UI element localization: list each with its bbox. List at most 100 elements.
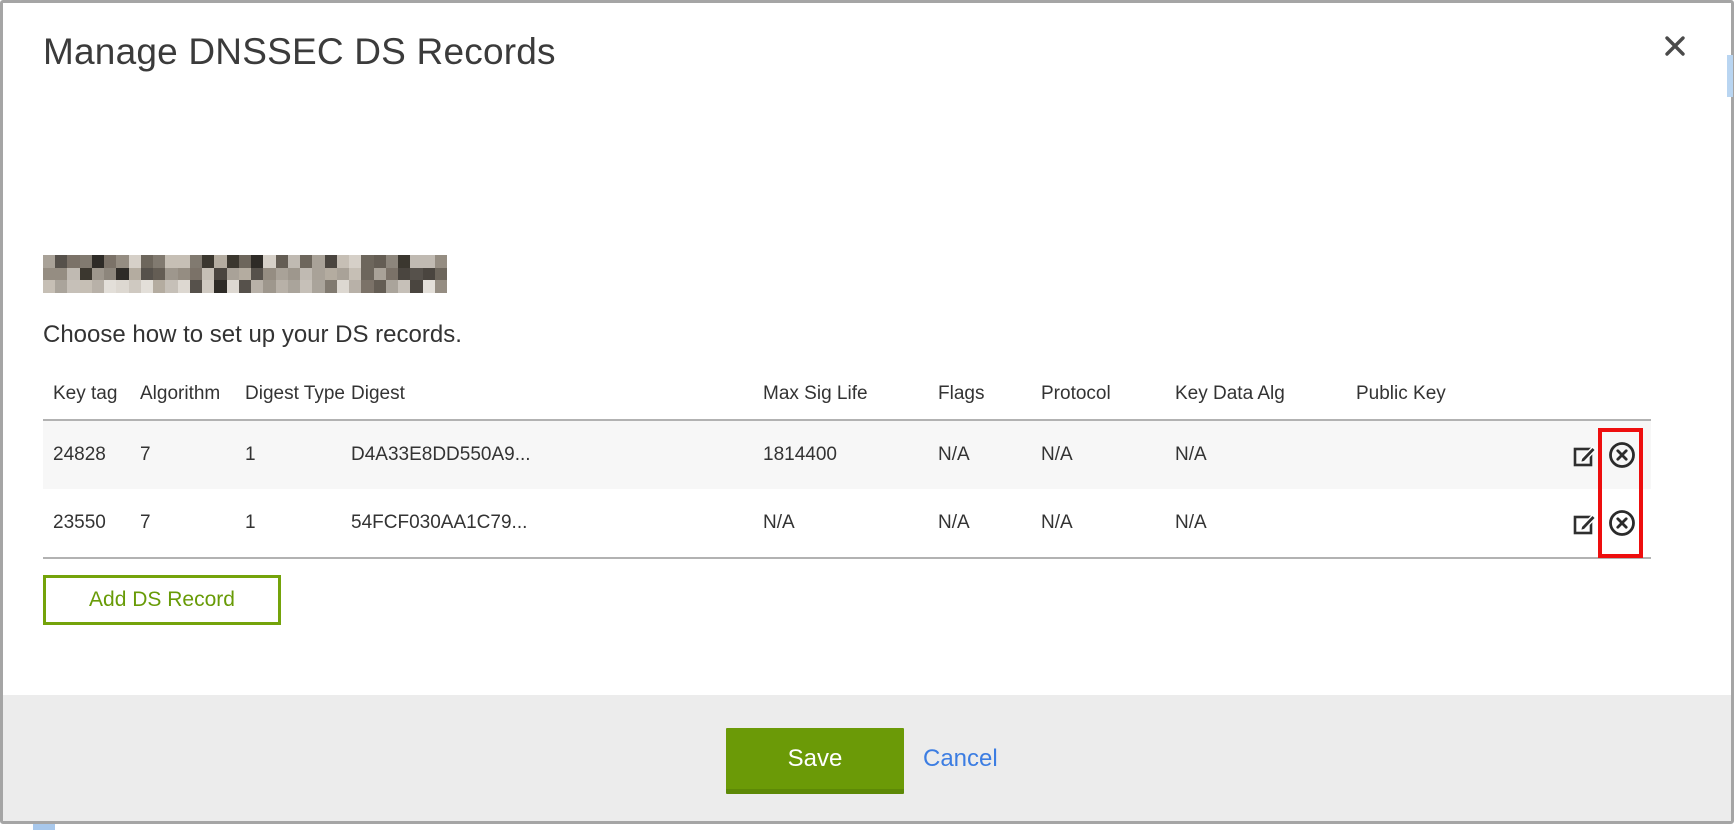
modal-footer: Save Cancel <box>3 695 1731 821</box>
redaction-pixel <box>435 280 447 293</box>
redaction-pixel <box>337 280 349 293</box>
redaction-pixel <box>374 280 386 293</box>
redaction-pixel <box>190 280 202 293</box>
redaction-pixel <box>386 280 398 293</box>
redaction-pixel <box>202 255 214 268</box>
redaction-pixel <box>129 255 141 268</box>
cell-max-sig-life: 1814400 <box>763 420 938 489</box>
redaction-pixel <box>80 255 92 268</box>
redaction-pixel <box>190 255 202 268</box>
column-header-flags: Flags <box>938 369 1041 420</box>
redaction-pixel <box>374 255 386 268</box>
cell-key-data-alg: N/A <box>1175 420 1356 489</box>
redaction-pixel <box>141 280 153 293</box>
edit-record-button[interactable] <box>1572 510 1598 536</box>
cell-protocol: N/A <box>1041 489 1175 558</box>
redaction-pixel <box>288 255 300 268</box>
redaction-pixel <box>325 268 337 281</box>
redaction-pixel <box>361 255 373 268</box>
redaction-pixel <box>337 268 349 281</box>
redaction-pixel <box>190 268 202 281</box>
redaction-pixel <box>153 255 165 268</box>
redaction-pixel <box>239 255 251 268</box>
cell-digest-type: 1 <box>245 489 351 558</box>
redaction-pixel <box>129 280 141 293</box>
redaction-pixel <box>165 280 177 293</box>
redaction-pixel <box>104 255 116 268</box>
redaction-pixel <box>43 268 55 281</box>
ds-records-table: Key tag Algorithm Digest Type Digest Max… <box>43 369 1651 559</box>
redaction-pixel <box>214 268 226 281</box>
redaction-pixel <box>435 268 447 281</box>
redaction-pixel <box>288 280 300 293</box>
redaction-pixel <box>227 255 239 268</box>
manage-dnssec-ds-records-modal: Manage DNSSEC DS Records Choose how to s… <box>0 0 1734 824</box>
redacted-domain-name <box>43 255 447 293</box>
redaction-pixel <box>288 268 300 281</box>
redaction-pixel <box>104 280 116 293</box>
redaction-pixel <box>300 268 312 281</box>
add-ds-record-button[interactable]: Add DS Record <box>43 575 281 625</box>
redaction-pixel <box>141 255 153 268</box>
cell-digest: D4A33E8DD550A9... <box>351 420 763 489</box>
table-header-row: Key tag Algorithm Digest Type Digest Max… <box>43 369 1651 420</box>
redaction-pixel <box>398 255 410 268</box>
redaction-pixel <box>251 268 263 281</box>
edit-icon <box>1572 442 1598 468</box>
close-button[interactable] <box>1655 27 1695 67</box>
redaction-pixel <box>178 255 190 268</box>
page-title: Manage DNSSEC DS Records <box>43 31 556 73</box>
redaction-pixel <box>129 268 141 281</box>
redaction-pixel <box>55 268 67 281</box>
redaction-pixel <box>67 268 79 281</box>
edit-record-button[interactable] <box>1572 442 1598 468</box>
column-header-key-tag: Key tag <box>43 369 140 420</box>
cell-protocol: N/A <box>1041 420 1175 489</box>
instruction-text: Choose how to set up your DS records. <box>43 321 462 349</box>
redaction-pixel <box>43 280 55 293</box>
redaction-pixel <box>141 268 153 281</box>
column-header-key-data-alg: Key Data Alg <box>1175 369 1356 420</box>
redaction-pixel <box>435 255 447 268</box>
redaction-pixel <box>67 280 79 293</box>
redaction-pixel <box>300 280 312 293</box>
redaction-pixel <box>227 280 239 293</box>
redaction-pixel <box>251 280 263 293</box>
save-button[interactable]: Save <box>726 728 904 794</box>
redaction-pixel <box>80 268 92 281</box>
redaction-pixel <box>239 280 251 293</box>
redaction-pixel <box>398 268 410 281</box>
cell-key-tag: 24828 <box>43 420 140 489</box>
redaction-pixel <box>312 280 324 293</box>
redaction-pixel <box>116 255 128 268</box>
redaction-pixel <box>214 280 226 293</box>
redaction-pixel <box>276 280 288 293</box>
column-header-algorithm: Algorithm <box>140 369 245 420</box>
cell-public-key <box>1356 420 1551 489</box>
redaction-pixel <box>325 255 337 268</box>
redaction-pixel <box>227 268 239 281</box>
cell-digest: 54FCF030AA1C79... <box>351 489 763 558</box>
cell-flags: N/A <box>938 420 1041 489</box>
redaction-pixel <box>398 280 410 293</box>
redaction-pixel <box>325 280 337 293</box>
redaction-pixel <box>104 268 116 281</box>
column-header-max-sig-life: Max Sig Life <box>763 369 938 420</box>
redaction-pixel <box>92 268 104 281</box>
background-page-fragment <box>1727 55 1733 97</box>
redaction-pixel <box>153 268 165 281</box>
redaction-pixel <box>349 280 361 293</box>
redaction-pixel <box>153 280 165 293</box>
redaction-pixel <box>202 268 214 281</box>
delete-column-highlight <box>1598 428 1643 558</box>
cancel-link[interactable]: Cancel <box>923 728 998 790</box>
redaction-pixel <box>214 255 226 268</box>
redaction-pixel <box>386 255 398 268</box>
redaction-pixel <box>165 255 177 268</box>
cell-key-data-alg: N/A <box>1175 489 1356 558</box>
cell-flags: N/A <box>938 489 1041 558</box>
table-row: 24828 7 1 D4A33E8DD550A9... 1814400 N/A … <box>43 420 1651 489</box>
redaction-pixel <box>374 268 386 281</box>
column-header-digest: Digest <box>351 369 763 420</box>
redaction-pixel <box>116 280 128 293</box>
